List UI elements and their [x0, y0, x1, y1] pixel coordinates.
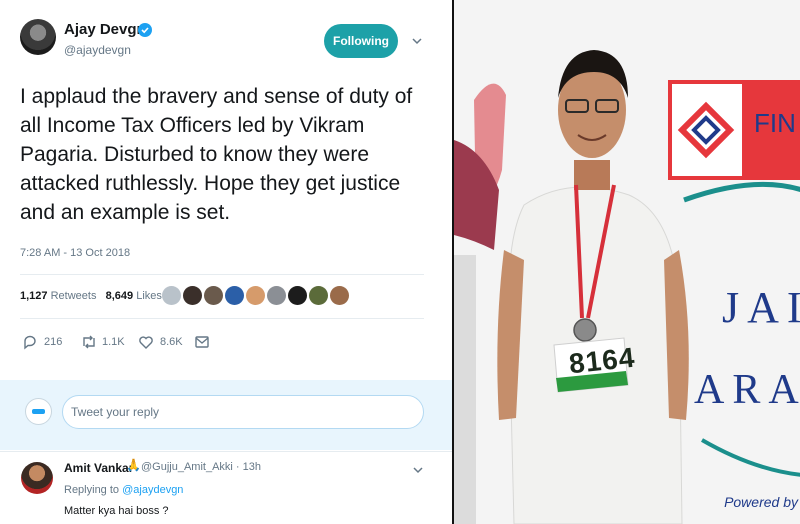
retweets-count[interactable]: 1,127	[20, 290, 48, 302]
reply-handle-time[interactable]: @Gujju_Amit_Akki · 13h	[141, 461, 261, 473]
chevron-down-icon[interactable]	[411, 36, 423, 46]
retweet-count: 1.1K	[102, 336, 125, 348]
reply-count: 216	[44, 336, 63, 348]
liker-avatar[interactable]	[267, 286, 286, 305]
event-photo: FIN JAI ARAT 8164 Powered by	[452, 0, 800, 524]
author-avatar[interactable]	[20, 19, 56, 55]
replying-to-label: Replying to	[64, 484, 120, 496]
powered-by-text: Powered by	[724, 494, 798, 510]
reply-tweet[interactable]: Amit Vankar 🙏 @Gujju_Amit_Akki · 13h Rep…	[0, 451, 452, 524]
reply-author-name[interactable]: Amit Vankar	[64, 461, 133, 475]
reply-text: Matter kya hai boss ?	[64, 505, 169, 517]
engagement-stats: 1,127 Retweets 8,649 Likes	[20, 290, 162, 302]
author-name[interactable]: Ajay Devgn	[64, 21, 146, 38]
likes-count[interactable]: 8,649	[106, 290, 134, 302]
tweet-text: I applaud the bravery and sense of duty …	[20, 85, 413, 224]
pray-emoji: 🙏	[126, 458, 141, 472]
current-user-avatar	[25, 398, 52, 425]
liker-avatar[interactable]	[225, 286, 244, 305]
banner-fin-text: FIN	[754, 108, 796, 138]
banner-jai-text: JAI	[722, 283, 800, 332]
tweet-panel: Ajay Devgn @ajaydevgn Following I applau…	[0, 0, 452, 524]
liker-avatar[interactable]	[288, 286, 307, 305]
reply-icon	[24, 335, 36, 350]
liker-avatar[interactable]	[246, 286, 265, 305]
banner-arat-text: ARAT	[694, 367, 800, 413]
like-count: 8.6K	[160, 336, 183, 348]
retweet-icon	[83, 335, 95, 349]
tweet-reply-input[interactable]: Tweet your reply	[62, 395, 424, 429]
liker-avatar[interactable]	[330, 286, 349, 305]
author-handle[interactable]: @ajaydevgn	[64, 43, 131, 57]
divider	[20, 274, 424, 275]
liker-avatar[interactable]	[309, 286, 328, 305]
reply-author-avatar[interactable]	[21, 462, 53, 494]
retweets-label[interactable]: Retweets	[51, 290, 97, 302]
following-button[interactable]: Following	[324, 24, 398, 58]
photo-illustration	[454, 0, 800, 524]
direct-message-action[interactable]	[194, 333, 210, 351]
chevron-down-icon[interactable]	[412, 465, 424, 475]
verified-badge-icon	[138, 23, 152, 37]
mention-link[interactable]: @ajaydevgn	[122, 484, 183, 496]
liker-avatar[interactable]	[162, 286, 181, 305]
liker-avatar[interactable]	[204, 286, 223, 305]
liker-avatar[interactable]	[183, 286, 202, 305]
heart-icon	[139, 336, 153, 349]
tweet-timestamp[interactable]: 7:28 AM - 13 Oct 2018	[20, 247, 130, 259]
likes-label[interactable]: Likes	[136, 290, 162, 302]
replying-to: Replying to @ajaydevgn	[64, 484, 183, 496]
divider	[20, 318, 424, 319]
reply-composer: Tweet your reply	[0, 380, 452, 450]
envelope-icon	[195, 336, 209, 348]
